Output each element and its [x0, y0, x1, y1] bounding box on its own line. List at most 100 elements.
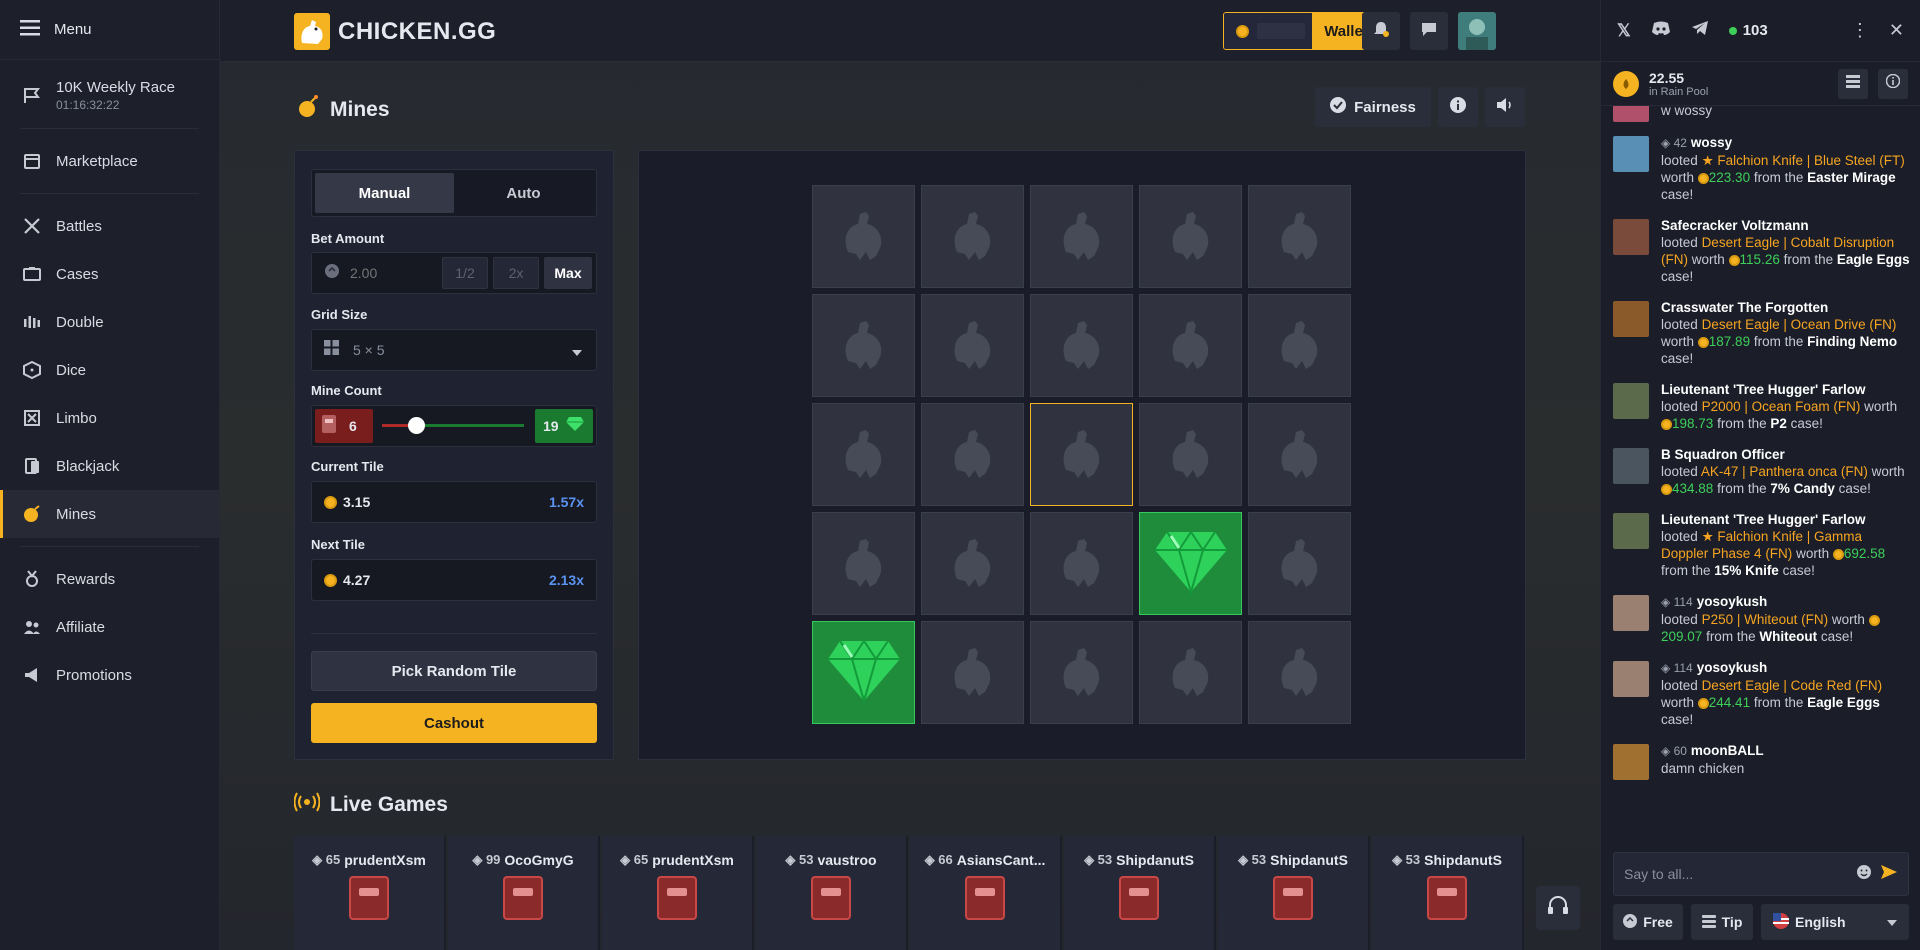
hidden-tile[interactable]	[1248, 621, 1351, 724]
hidden-tile[interactable]	[1248, 185, 1351, 288]
send-icon[interactable]	[1880, 864, 1898, 885]
username[interactable]: B Squadron Officer	[1661, 447, 1785, 462]
hidden-tile[interactable]	[1248, 294, 1351, 397]
live-game-card[interactable]: ◈ 65 prudentXsm	[602, 836, 754, 950]
sidebar-item-battles[interactable]: Battles	[0, 202, 219, 250]
revealed-gem-tile[interactable]	[812, 621, 915, 724]
sidebar-item-blackjack[interactable]: Blackjack	[0, 442, 219, 490]
live-game-card[interactable]: ◈ 66 AsiansCant...	[910, 836, 1062, 950]
username[interactable]: Lieutenant 'Tree Hugger' Farlow	[1661, 512, 1865, 527]
avatar[interactable]	[1613, 513, 1649, 549]
hidden-tile[interactable]	[1030, 512, 1133, 615]
revealed-gem-tile[interactable]	[1139, 512, 1242, 615]
username[interactable]: yosoykush	[1697, 660, 1768, 675]
username[interactable]: Safecracker Voltzmann	[1661, 218, 1809, 233]
hidden-tile[interactable]	[1139, 621, 1242, 724]
notifications-button[interactable]	[1362, 12, 1400, 50]
avatar[interactable]	[1613, 219, 1649, 255]
chat-input[interactable]	[1624, 866, 1848, 882]
hidden-tile[interactable]	[921, 294, 1024, 397]
live-game-card[interactable]: ◈ 99 OcoGmyG	[448, 836, 600, 950]
username[interactable]: moonBALL	[1691, 743, 1764, 758]
live-game-card[interactable]: ◈ 53 ShipdanutS	[1218, 836, 1370, 950]
hidden-tile[interactable]	[1139, 185, 1242, 288]
live-game-card[interactable]: ◈ 53 vaustroo	[756, 836, 908, 950]
avatar[interactable]	[1613, 448, 1649, 484]
hidden-tile[interactable]	[1248, 512, 1351, 615]
tip-button[interactable]: Tip	[1691, 904, 1753, 940]
sidebar-item-marketplace[interactable]: Marketplace	[0, 137, 219, 185]
info-button[interactable]	[1438, 87, 1478, 127]
sidebar-item-race[interactable]: 10K Weekly Race 01:16:32:22	[0, 70, 219, 120]
hidden-tile[interactable]	[1139, 294, 1242, 397]
rain-stack-button[interactable]	[1838, 68, 1868, 99]
sidebar-item-cases[interactable]: Cases	[0, 250, 219, 298]
logo[interactable]: CHICKEN.GG	[294, 13, 496, 50]
language-select[interactable]: English	[1761, 904, 1909, 940]
avatar[interactable]	[1613, 106, 1649, 122]
sidebar-item-affiliate[interactable]: Affiliate	[0, 603, 219, 651]
hidden-tile[interactable]	[921, 185, 1024, 288]
messages-button[interactable]	[1410, 12, 1448, 50]
sidebar-item-promotions[interactable]: Promotions	[0, 651, 219, 699]
hidden-tile[interactable]	[1030, 621, 1133, 724]
avatar[interactable]	[1613, 595, 1649, 631]
hidden-tile[interactable]	[1030, 294, 1133, 397]
hidden-tile[interactable]	[921, 403, 1024, 506]
sidebar-item-label: Double	[56, 313, 104, 331]
double-button[interactable]: 2x	[493, 257, 539, 289]
username[interactable]: yosoykush	[1697, 594, 1768, 609]
telegram-icon[interactable]	[1691, 20, 1709, 41]
mine-slider-track[interactable]	[382, 417, 524, 434]
username[interactable]: Crasswater The Forgotten	[1661, 300, 1828, 315]
hidden-tile[interactable]	[1030, 185, 1133, 288]
max-button[interactable]: Max	[544, 257, 592, 289]
wallet-group[interactable]: Wallet	[1223, 12, 1381, 50]
hidden-tile[interactable]	[812, 512, 915, 615]
hidden-tile[interactable]	[1248, 403, 1351, 506]
avatar[interactable]	[1613, 744, 1649, 780]
sidebar-item-mines[interactable]: Mines	[0, 490, 219, 538]
x-twitter-icon[interactable]: 𝕏	[1617, 21, 1631, 41]
cashout-button[interactable]: Cashout	[311, 703, 597, 743]
fairness-button[interactable]: Fairness	[1315, 87, 1431, 127]
mine-slider-knob[interactable]	[408, 417, 426, 434]
sound-button[interactable]	[1485, 87, 1525, 127]
avatar[interactable]	[1613, 301, 1649, 337]
half-button[interactable]: 1/2	[442, 257, 488, 289]
sidebar-item-limbo[interactable]: Limbo	[0, 394, 219, 442]
mines-board	[638, 150, 1526, 760]
more-icon[interactable]: ⋮	[1851, 20, 1869, 41]
avatar[interactable]	[1613, 383, 1649, 419]
support-button[interactable]	[1536, 886, 1580, 930]
menu-toggle[interactable]: Menu	[0, 0, 219, 60]
bet-input[interactable]	[350, 265, 430, 281]
sidebar-item-double[interactable]: Double	[0, 298, 219, 346]
close-icon[interactable]: ✕	[1889, 20, 1904, 41]
hidden-tile[interactable]	[1139, 403, 1242, 506]
tab-manual[interactable]: Manual	[315, 173, 454, 213]
hidden-tile[interactable]	[812, 403, 915, 506]
hidden-tile[interactable]	[1030, 403, 1133, 506]
avatar[interactable]	[1613, 136, 1649, 172]
username[interactable]: wossy	[1691, 135, 1732, 150]
live-game-card[interactable]: ◈ 65 prudentXsm	[294, 836, 446, 950]
rain-info-button[interactable]	[1878, 68, 1908, 99]
user-avatar[interactable]	[1458, 12, 1496, 50]
live-game-card[interactable]: ◈ 53 ShipdanutS	[1372, 836, 1524, 950]
sidebar-item-rewards[interactable]: Rewards	[0, 555, 219, 603]
hidden-tile[interactable]	[812, 185, 915, 288]
emoji-icon[interactable]	[1856, 864, 1872, 885]
sidebar-item-dice[interactable]: Dice	[0, 346, 219, 394]
hidden-tile[interactable]	[921, 512, 1024, 615]
tab-auto[interactable]: Auto	[454, 173, 593, 213]
discord-icon[interactable]	[1651, 20, 1671, 41]
avatar[interactable]	[1613, 661, 1649, 697]
username[interactable]: Lieutenant 'Tree Hugger' Farlow	[1661, 382, 1865, 397]
hidden-tile[interactable]	[812, 294, 915, 397]
hidden-tile[interactable]	[921, 621, 1024, 724]
free-button[interactable]: Free	[1613, 904, 1683, 940]
grid-select[interactable]: 5 × 5	[311, 329, 597, 371]
live-game-card[interactable]: ◈ 53 ShipdanutS	[1064, 836, 1216, 950]
pick-random-tile-button[interactable]: Pick Random Tile	[311, 651, 597, 691]
